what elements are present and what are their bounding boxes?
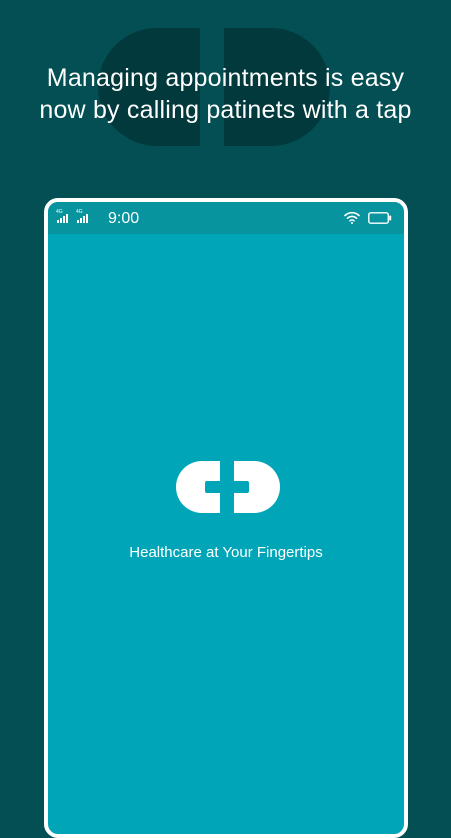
battery-icon <box>368 212 392 224</box>
status-time: 9:00 <box>108 210 140 227</box>
phone-mockup: 4G 4G 9:00 Healthcare at Your Fingertips <box>44 198 408 838</box>
signal-4g-icon: 4G <box>56 209 68 223</box>
splash-tagline: Healthcare at Your Fingertips <box>129 544 323 561</box>
app-logo-icon <box>176 461 280 513</box>
headline: Managing appointments is easy now by cal… <box>0 62 451 126</box>
signal-4g-icon: 4G <box>76 209 88 223</box>
headline-line-1: Managing appointments is easy <box>46 64 405 92</box>
status-bar: 4G 4G 9:00 <box>48 202 404 234</box>
svg-text:4G: 4G <box>56 209 63 215</box>
svg-text:4G: 4G <box>76 209 83 215</box>
wifi-icon <box>344 211 360 224</box>
headline-line-2: now by calling patinets with a tap <box>39 96 412 124</box>
